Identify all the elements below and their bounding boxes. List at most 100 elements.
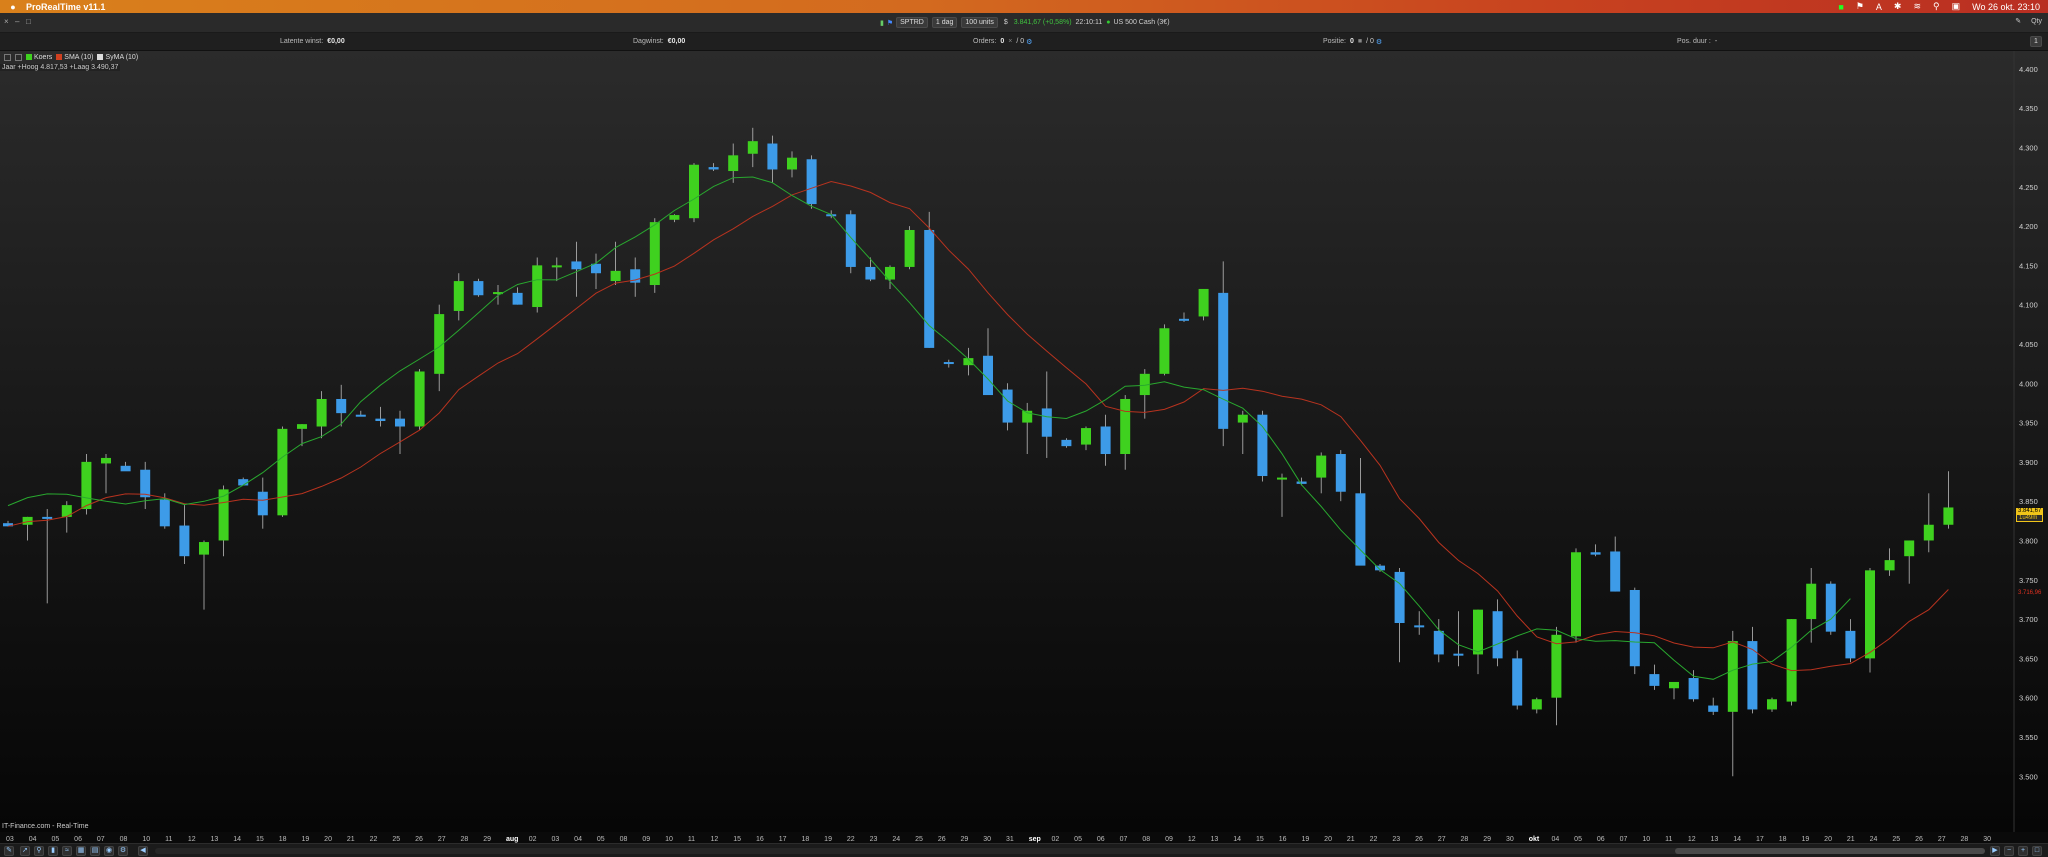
search-icon[interactable]: ⚲ xyxy=(1933,1,1940,12)
zoom-in-icon[interactable]: + xyxy=(2018,846,2028,856)
x-tick-label: 15 xyxy=(1256,836,1264,843)
candle-down xyxy=(1335,454,1346,492)
legend-checkbox[interactable] xyxy=(4,54,11,61)
float-icon[interactable]: □ xyxy=(26,18,34,26)
candle-up xyxy=(728,155,739,172)
scroll-right-icon[interactable]: ▶ xyxy=(1990,846,2000,856)
apple-icon[interactable]: ● xyxy=(0,2,26,12)
candle-up xyxy=(414,371,425,427)
x-tick-label: 28 xyxy=(461,836,469,843)
chart-type-icon[interactable]: ▮ xyxy=(48,846,58,856)
legend-sma[interactable]: SMA (10) xyxy=(56,54,93,61)
x-tick-label: 13 xyxy=(1211,836,1219,843)
x-tick-label: 11 xyxy=(165,836,172,843)
candle-down xyxy=(806,159,817,205)
x-tick-label: 14 xyxy=(1733,836,1741,843)
gear-icon[interactable]: ⚙ xyxy=(1026,38,1032,46)
horizontal-scrollbar[interactable] xyxy=(155,848,1985,854)
candle-up xyxy=(669,215,680,220)
candle-up xyxy=(81,461,92,510)
candle-up xyxy=(1531,699,1542,710)
app-name[interactable]: ProRealTime v11.1 xyxy=(26,2,105,12)
x-tick-label: 04 xyxy=(1551,836,1559,843)
posduur-value: - xyxy=(1714,38,1718,45)
flag-icon[interactable]: ⚑ xyxy=(1856,1,1864,12)
candle-down xyxy=(845,214,856,267)
x-month-label: aug xyxy=(506,836,518,843)
clock[interactable]: Wo 26 okt. 23:10 xyxy=(1972,2,2040,12)
bluetooth-icon[interactable]: ✱ xyxy=(1894,1,1902,12)
candle-down xyxy=(42,516,53,519)
x-tick-label: 13 xyxy=(211,836,219,843)
camera-icon[interactable]: ◉ xyxy=(104,846,114,856)
scroll-left-icon[interactable]: ◀ xyxy=(138,846,148,856)
qty-field[interactable]: 1 xyxy=(2030,33,2042,50)
control-center-icon[interactable]: ▣ xyxy=(1952,1,1961,12)
cursor-icon[interactable]: ➚ xyxy=(20,846,30,856)
sma-price-badge: 3.716,96 xyxy=(2018,590,2042,596)
candle-up xyxy=(1237,414,1248,423)
drawing-icon[interactable]: ✎ xyxy=(2015,18,2021,25)
legend-koers[interactable]: Koers xyxy=(26,54,52,61)
flag-icon[interactable]: ⚑ xyxy=(887,19,893,27)
x-tick-label: 11 xyxy=(688,836,695,843)
symbol-selector[interactable]: SPTRD xyxy=(896,17,928,28)
qty-box: ✎ Qty xyxy=(2015,17,2042,25)
qty-input[interactable]: 1 xyxy=(2030,36,2042,47)
close-icon[interactable]: × xyxy=(4,18,12,26)
candle-up xyxy=(453,281,464,311)
data-source: IT-Finance.com - Real-Time xyxy=(2,823,89,830)
x-tick-label: 07 xyxy=(97,836,105,843)
orders-value2: / 0 xyxy=(1016,38,1025,45)
close-icon[interactable]: ■ xyxy=(1358,38,1362,45)
legend-checkbox[interactable] xyxy=(15,54,22,61)
x-tick-label: 19 xyxy=(1301,836,1309,843)
posduur-label: Pos. duur : xyxy=(1677,38,1711,45)
x-tick-label: 18 xyxy=(279,836,287,843)
x-tick-label: 27 xyxy=(438,836,446,843)
price-chart[interactable]: 4.400 4.350 4.300 4.250 4.200 4.150 4.100 4.050… xyxy=(0,51,2048,832)
candle-down xyxy=(1845,630,1856,659)
grid-icon[interactable]: ▦ xyxy=(76,846,86,856)
x-tick-label: 25 xyxy=(1892,836,1900,843)
latent-value: €0,00 xyxy=(327,38,345,45)
x-tick-label: 08 xyxy=(120,836,128,843)
app-status-icon[interactable]: ■ xyxy=(1838,2,1843,12)
x-tick-label: 30 xyxy=(1983,836,1991,843)
candle-down xyxy=(1512,658,1523,706)
units-selector[interactable]: 100 units xyxy=(961,17,998,28)
minimize-icon[interactable]: – xyxy=(15,18,23,26)
candle-up xyxy=(551,265,562,268)
y-tick-label: 4.000 xyxy=(2019,379,2038,388)
legend-syma-label: SyMA (10) xyxy=(105,54,139,61)
candle-down xyxy=(1610,551,1621,592)
bar-chart-icon[interactable]: ▮ xyxy=(880,19,884,27)
settings-icon[interactable]: ⚙ xyxy=(118,846,128,856)
candle-down xyxy=(1394,571,1405,624)
table-icon[interactable]: ▤ xyxy=(90,846,100,856)
candle-down xyxy=(1590,552,1601,555)
timeframe-selector[interactable]: 1 dag xyxy=(931,17,958,28)
x-tick-label: 05 xyxy=(1074,836,1082,843)
legend-syma[interactable]: SyMA (10) xyxy=(97,54,138,61)
position-value: 0 xyxy=(1349,38,1354,45)
daywin-label: Dagwinst: xyxy=(633,38,664,45)
y-tick-label: 4.300 xyxy=(2019,143,2038,152)
scrollbar-thumb[interactable] xyxy=(1675,848,1985,854)
zoom-icon[interactable]: ⚲ xyxy=(34,846,44,856)
x-tick-label: 12 xyxy=(188,836,196,843)
keyboard-icon[interactable]: A xyxy=(1876,2,1882,12)
y-tick-label: 3.500 xyxy=(2019,772,2038,781)
legend-sma-label: SMA (10) xyxy=(64,54,94,61)
candle-down xyxy=(1061,439,1072,447)
candle-up xyxy=(22,516,33,525)
indicator-icon[interactable]: ≈ xyxy=(62,846,72,856)
gear-icon[interactable]: ⚙ xyxy=(1376,38,1382,46)
close-icon[interactable]: × xyxy=(1008,38,1012,45)
candle-down xyxy=(355,414,366,417)
pencil-icon[interactable]: ✎ xyxy=(4,846,14,856)
zoom-out-icon[interactable]: − xyxy=(2004,846,2014,856)
wifi-icon[interactable]: ≋ xyxy=(1913,1,1921,12)
fit-icon[interactable]: □ xyxy=(2032,846,2042,856)
y-tick-label: 3.950 xyxy=(2019,419,2038,428)
